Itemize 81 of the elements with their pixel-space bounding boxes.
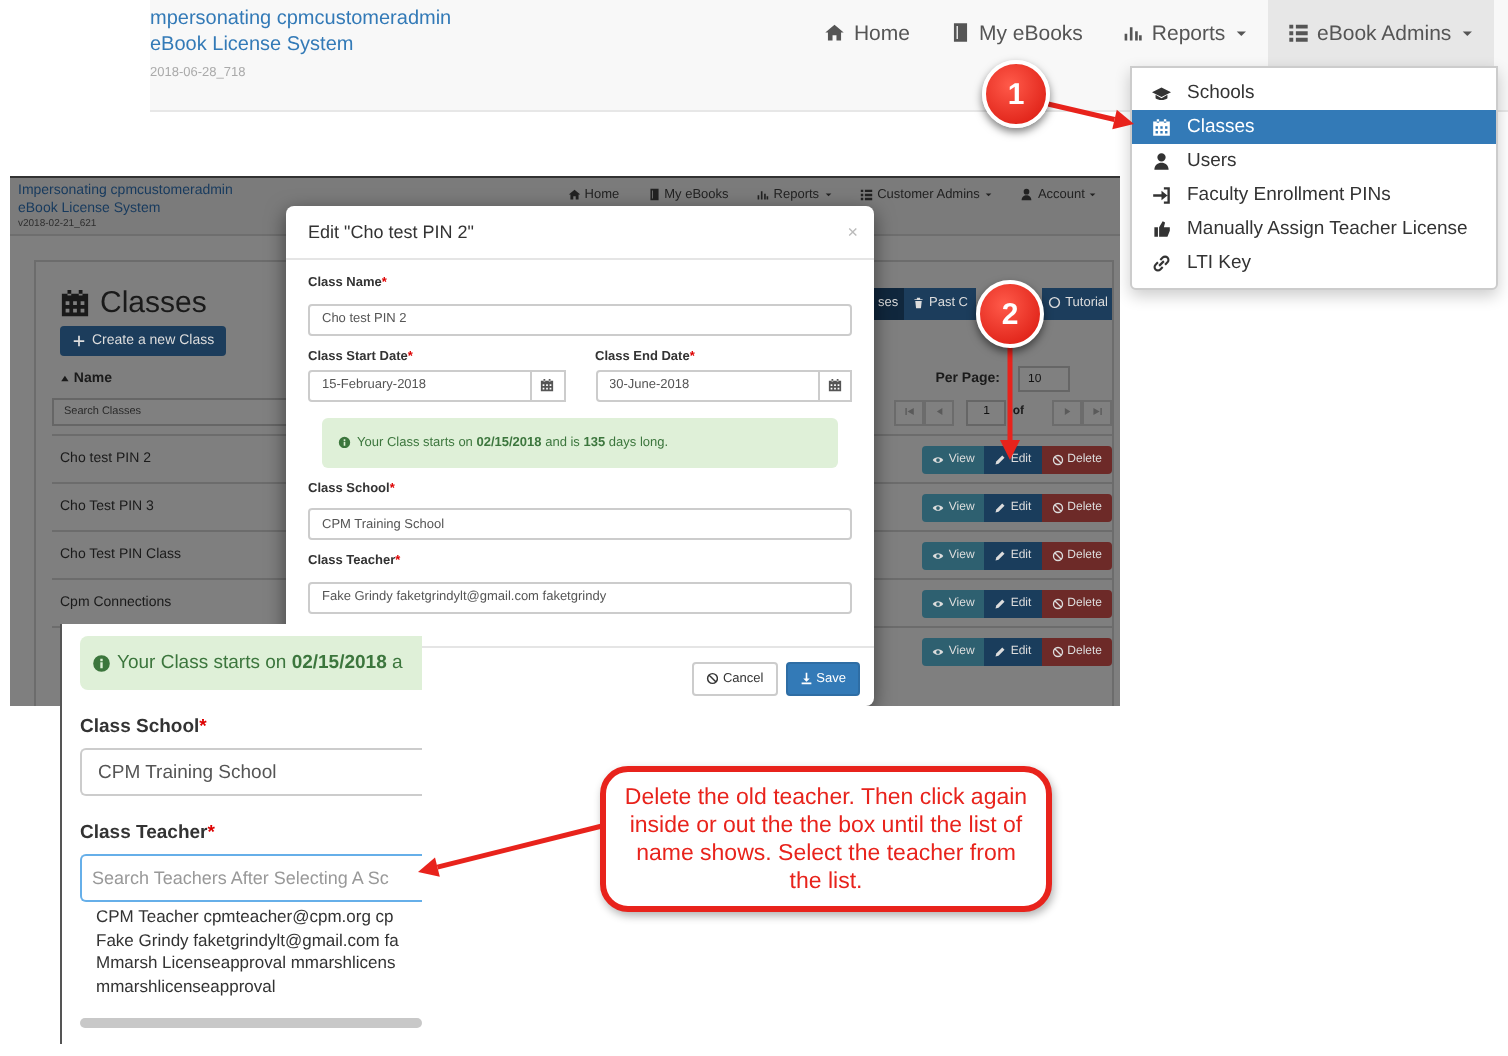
calendar-icon [827, 378, 842, 392]
eye-icon [932, 645, 945, 657]
nav-link[interactable]: My eBooks [929, 0, 1103, 66]
scrollbar[interactable] [80, 1018, 422, 1028]
nav-link[interactable]: Reports [1102, 0, 1269, 66]
home-icon [567, 188, 581, 202]
calendar-icon [540, 378, 555, 392]
ban-icon [1051, 501, 1064, 513]
pencil-icon [994, 549, 1007, 561]
calendar-button[interactable] [819, 369, 852, 401]
pencil-icon [994, 645, 1007, 657]
plus-icon [72, 334, 86, 348]
field-label: Class School [80, 716, 200, 738]
download-icon [799, 672, 813, 686]
calendar-button[interactable] [532, 369, 565, 401]
required-mark: * [207, 822, 215, 844]
pencil-icon [994, 453, 1007, 465]
ban-icon [1051, 453, 1064, 465]
callout-text: Delete the old teacher. Then click again inside or out the the box until the list of name shows. Select the teacher from the list. [600, 766, 1052, 912]
triangle-up-icon [60, 374, 70, 384]
pager-button[interactable] [894, 399, 925, 425]
home-icon [824, 22, 846, 44]
pager-button[interactable] [924, 399, 955, 425]
list-option[interactable]: CPM Teacher cpmteacher@cpm.org cp [96, 906, 422, 929]
book-icon [949, 22, 971, 44]
page-title: Classes [100, 286, 207, 320]
menu-item[interactable]: Schools [1132, 76, 1496, 110]
menu-item[interactable]: LTI Key [1132, 246, 1496, 280]
caret-icon [1088, 190, 1098, 200]
pencil-icon [994, 501, 1007, 513]
book-icon [647, 188, 661, 202]
caret-icon [983, 190, 993, 200]
bar-chart-icon [1122, 22, 1144, 44]
list-option[interactable]: Mmarsh Licenseapproval mmarshlicens [96, 952, 422, 975]
calendar-icon [1152, 117, 1171, 137]
header-text: eBook License System [150, 32, 356, 58]
list-option[interactable]: Fake Grindy faketgrindylt@gmail.com fa [96, 929, 422, 952]
pager-button[interactable] [1082, 399, 1112, 425]
list-option[interactable]: mmarshlicenseapproval [96, 975, 422, 998]
caret-icon [823, 190, 833, 200]
menu-item[interactable]: Users [1132, 144, 1496, 178]
right-triangle-icon [1061, 406, 1073, 418]
sign-in-icon [1152, 185, 1171, 205]
menu-item[interactable]: Faculty Enrollment PINs [1132, 178, 1496, 212]
trash-icon [912, 296, 925, 310]
alert-text: Your Class starts on 02/15/2018 a [117, 652, 403, 674]
menu-item[interactable]: Manually Assign Teacher License [1132, 212, 1496, 246]
pencil-icon [994, 597, 1007, 609]
field-label: Class Teacher [80, 822, 208, 844]
pager-button[interactable] [1052, 399, 1082, 425]
arrow [1047, 101, 1134, 130]
graduation-cap-icon [1152, 83, 1171, 103]
user-icon [1152, 151, 1171, 171]
list-icon [860, 188, 874, 202]
info-icon [338, 435, 351, 449]
input-field[interactable]: CPM Training School [80, 748, 422, 796]
eye-icon [932, 597, 945, 609]
ban-icon [1051, 597, 1064, 609]
first-page-icon [904, 406, 916, 418]
eye-icon [932, 549, 945, 561]
ban-icon [1051, 549, 1064, 561]
ban-icon [1051, 645, 1064, 657]
ban-icon [705, 672, 719, 686]
header-text: mpersonating cpmcustomeradmin [150, 6, 452, 32]
list-icon [1288, 22, 1310, 44]
link-icon [1152, 253, 1171, 273]
eye-icon [932, 501, 945, 513]
nav-link[interactable]: Home [804, 0, 930, 66]
last-page-icon [1091, 406, 1103, 418]
menu-item[interactable]: Classes [1132, 110, 1496, 144]
info-icon [92, 653, 111, 673]
required-mark: * [199, 716, 207, 738]
left-triangle-icon [934, 406, 946, 418]
calendar-icon [60, 288, 90, 318]
hand-icon [1152, 219, 1171, 239]
dialog-title: Edit "Cho test PIN 2" [308, 222, 474, 242]
bar-chart-icon [756, 188, 770, 202]
search-field[interactable]: Search Teachers After Selecting A Sc [80, 854, 422, 902]
user-icon [1020, 188, 1034, 202]
eye-icon [932, 453, 945, 465]
nav-link[interactable]: eBook Admins [1268, 0, 1494, 66]
